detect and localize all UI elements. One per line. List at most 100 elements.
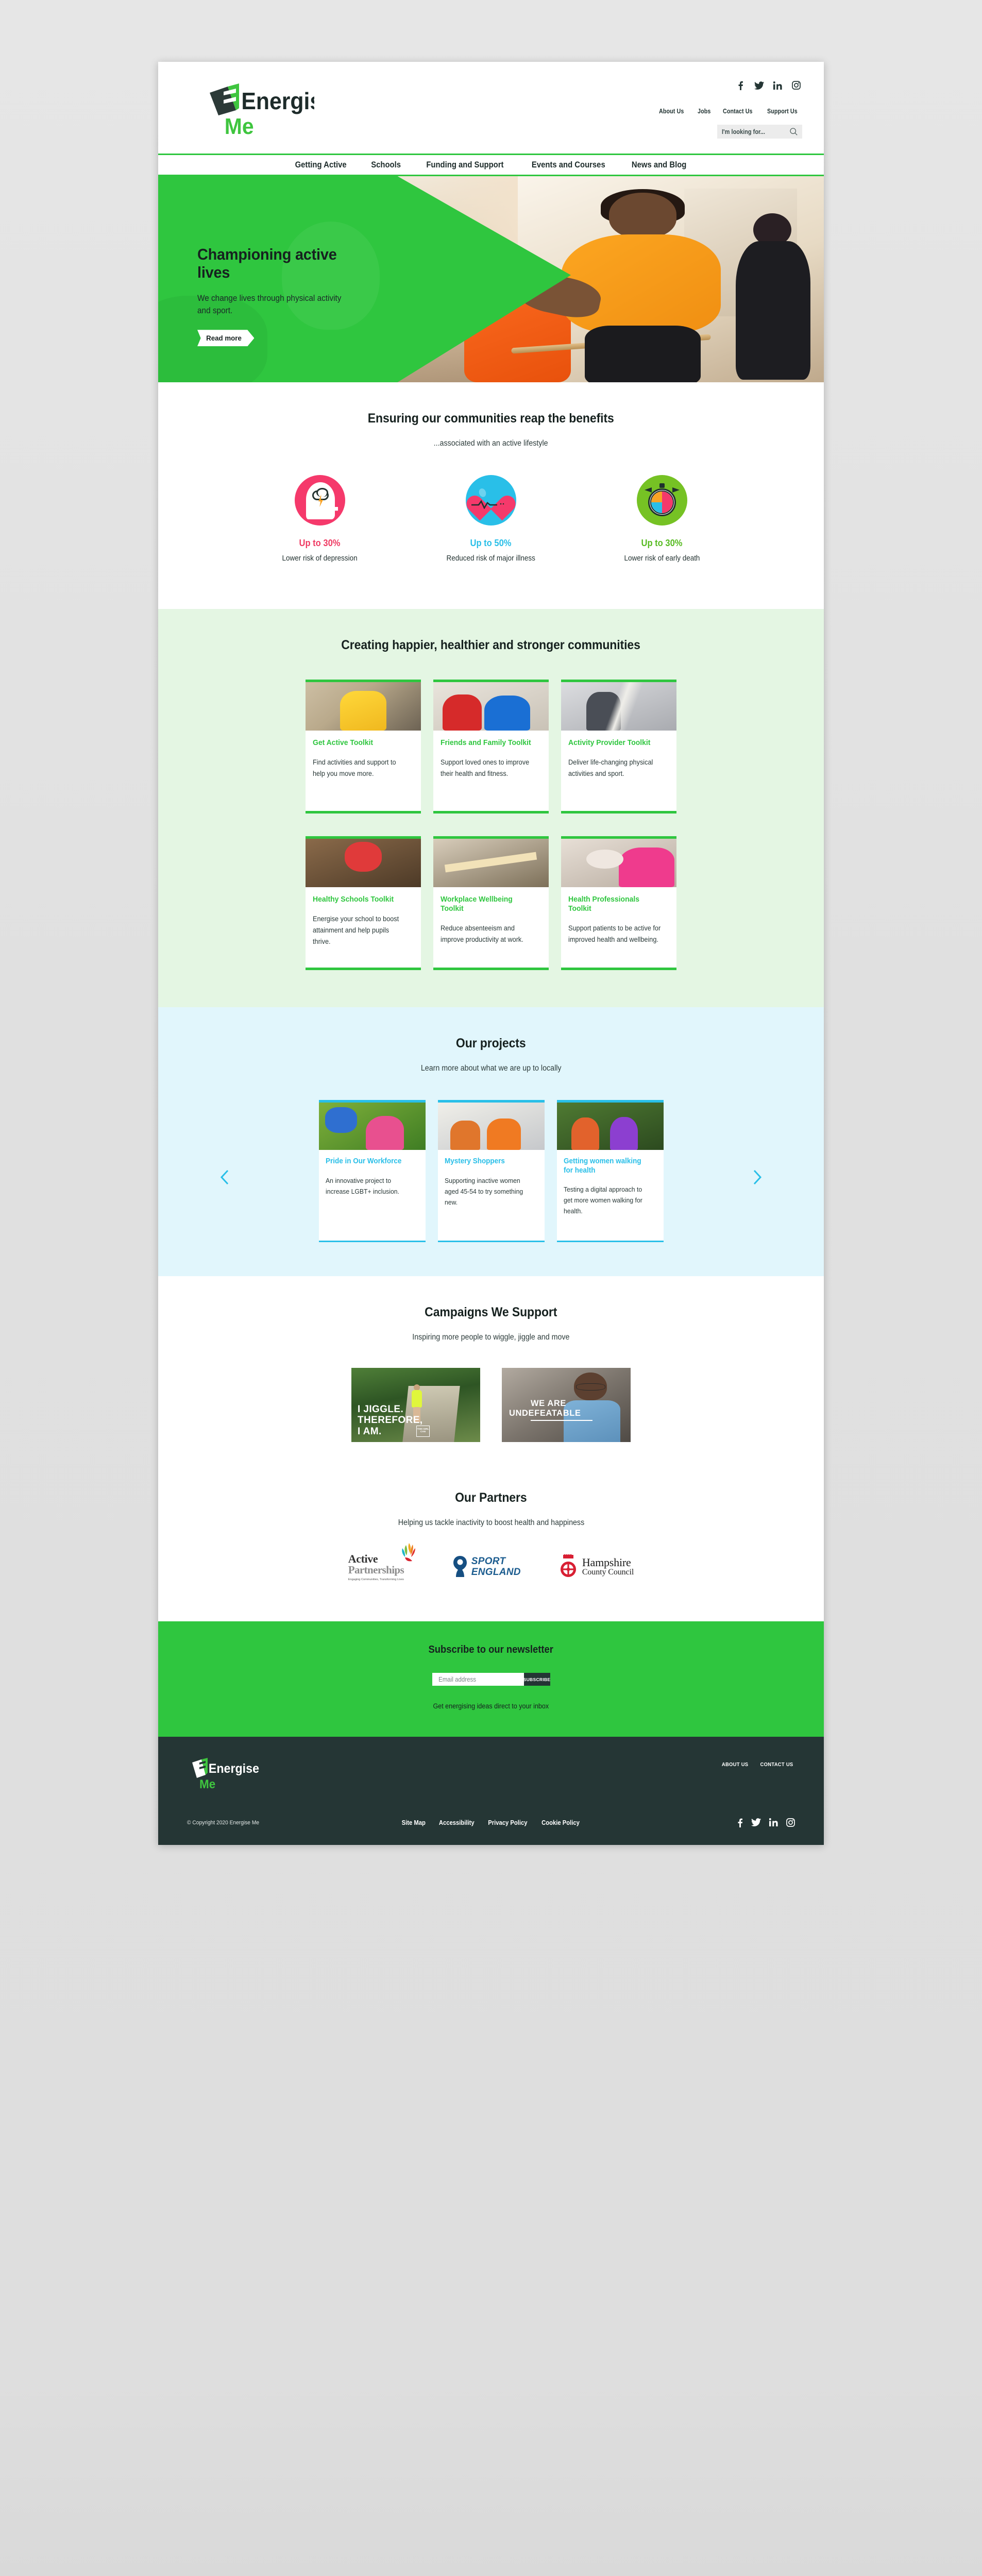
benefit-percent: Up to 30%	[641, 538, 683, 548]
hero-banner: Championing active lives We change lives…	[158, 176, 824, 382]
hero-read-more-button[interactable]: Read more	[197, 330, 255, 346]
climbing-wall-photo	[318, 1103, 426, 1150]
we-are-undefeatable-campaign[interactable]: WE ARE UNDEFEATABLE	[502, 1368, 631, 1442]
toolkit-card-text: Find activities and support to help you …	[313, 758, 396, 777]
benefit-caption: Lower risk of early death	[624, 554, 700, 563]
util-nav-contact-us[interactable]: Contact Us	[723, 108, 753, 115]
partner-logo-line2: County Council	[582, 1568, 634, 1577]
twitter-icon[interactable]	[754, 80, 764, 90]
woman-stretching-photo	[306, 682, 421, 731]
search-icon[interactable]	[790, 128, 798, 135]
nav-item-funding-and-support[interactable]: Funding and Support	[426, 160, 503, 170]
footer-link-cookie-policy[interactable]: Cookie Policy	[541, 1819, 580, 1826]
benefit-item-major-illness: Up to 50% Reduced risk of major illness	[439, 475, 543, 563]
instagram-icon[interactable]	[791, 80, 801, 90]
linkedin-icon[interactable]	[769, 1818, 778, 1827]
toolkit-card-healthy-schools[interactable]: Healthy Schools Toolkit Energise your sc…	[306, 836, 421, 970]
project-card-text: Supporting inactive women aged 45-54 to …	[444, 1176, 523, 1206]
toolkit-card-title: Activity Provider Toolkit	[568, 738, 651, 747]
nav-item-events-and-courses[interactable]: Events and Courses	[532, 160, 605, 170]
instagram-icon[interactable]	[786, 1818, 795, 1827]
partner-logo-line1: Hampshire	[582, 1556, 631, 1569]
main-navigation: Getting Active Schools Funding and Suppo…	[158, 154, 824, 176]
util-nav-support-us[interactable]: Support Us	[767, 108, 798, 115]
campaign-caption: I JIGGLE. THEREFORE, I AM.	[358, 1404, 423, 1437]
footer-primary-links: ABOUT US CONTACT US	[720, 1755, 795, 1768]
nav-item-news-and-blog[interactable]: News and Blog	[632, 160, 686, 170]
linkedin-icon[interactable]	[773, 80, 783, 90]
toolkit-card-title: Get Active Toolkit	[313, 738, 374, 747]
site-header: Energise Me About Us Jobs Contact Us Sup…	[158, 62, 824, 154]
energise-me-logo-mark: Energise Me	[210, 83, 314, 139]
partners-subtitle: Helping us tackle inactivity to boost he…	[398, 1518, 584, 1527]
toolkit-card-text: Reduce absenteeism and improve productiv…	[441, 924, 523, 943]
hampshire-county-council-logo[interactable]: Hampshire County Council	[559, 1554, 634, 1579]
carousel-prev-button[interactable]	[216, 1168, 233, 1186]
toolkit-card-get-active[interactable]: Get Active Toolkit Find activities and s…	[306, 680, 421, 814]
footer-link-about-us[interactable]: ABOUT US	[722, 1761, 749, 1768]
footer-copyright: © Copyright 2020 Energise Me	[187, 1820, 260, 1826]
toolkit-card-health-professionals[interactable]: Health Professionals Toolkit Support pat…	[561, 836, 676, 970]
newsletter-email-input[interactable]: Email address	[432, 1673, 524, 1686]
footer-link-accessibility[interactable]: Accessibility	[438, 1819, 474, 1826]
this-girl-can-campaign[interactable]: I JIGGLE. THEREFORE, I AM. THIS GIRL CAN	[351, 1368, 480, 1442]
project-card-title: Pride in Our Workforce	[325, 1157, 401, 1165]
campaigns-title: Campaigns We Support	[425, 1305, 557, 1319]
workplace-stretch-photo	[433, 839, 549, 887]
footer-link-site-map[interactable]: Site Map	[402, 1819, 426, 1826]
benefits-subtitle: ...associated with an active lifestyle	[434, 439, 548, 448]
toolkit-card-text: Deliver life-changing physical activitie…	[568, 758, 653, 777]
site-logo[interactable]: Energise Me	[196, 78, 314, 140]
sport-england-logo[interactable]: SPORT ENGLAND	[452, 1555, 521, 1578]
project-card-mystery-shoppers[interactable]: Mystery Shoppers Supporting inactive wom…	[437, 1100, 545, 1242]
toolkit-card-text: Support loved ones to improve their heal…	[441, 758, 530, 777]
project-card-pride-in-our-workforce[interactable]: Pride in Our Workforce An innovative pro…	[318, 1100, 426, 1242]
projects-subtitle: Learn more about what we are up to local…	[420, 1064, 562, 1073]
twitter-icon[interactable]	[751, 1818, 761, 1827]
project-card-text: Testing a digital approach to get more w…	[563, 1185, 642, 1215]
young-people-sport-photo	[433, 682, 549, 731]
nav-item-getting-active[interactable]: Getting Active	[295, 160, 347, 170]
benefit-caption: Lower risk of depression	[282, 554, 358, 563]
hero-title: Championing active lives	[197, 245, 337, 281]
toolkit-card-activity-provider[interactable]: Activity Provider Toolkit Deliver life-c…	[561, 680, 676, 814]
child-climbing-photo	[306, 839, 421, 887]
campaigns-subtitle: Inspiring more people to wiggle, jiggle …	[412, 1333, 570, 1342]
toolkit-card-text: Energise your school to boost attainment…	[313, 915, 399, 945]
project-card-title: Mystery Shoppers	[444, 1157, 505, 1165]
project-card-getting-women-walking[interactable]: Getting women walking for health Testing…	[556, 1100, 664, 1242]
toolkit-card-friends-and-family[interactable]: Friends and Family Toolkit Support loved…	[433, 680, 549, 814]
campaign-caption: WE ARE UNDEFEATABLE	[509, 1399, 592, 1421]
footer-link-contact-us[interactable]: CONTACT US	[760, 1761, 793, 1768]
toolkit-card-title: Workplace Wellbeing Toolkit	[441, 895, 513, 913]
nav-item-schools[interactable]: Schools	[371, 160, 401, 170]
toolkits-section: Creating happier, healthier and stronger…	[158, 609, 824, 1007]
chevron-left-icon	[220, 1170, 229, 1185]
facebook-icon[interactable]	[736, 80, 746, 90]
hero-subtitle: We change lives through physical activit…	[197, 294, 342, 316]
hampshire-crest-icon	[560, 1554, 576, 1577]
svg-text:Energise: Energise	[209, 1761, 259, 1776]
projects-title: Our projects	[456, 1036, 526, 1050]
facebook-icon[interactable]	[737, 1818, 743, 1827]
search-input[interactable]: I'm looking for...	[717, 125, 802, 139]
toolkit-card-workplace-wellbeing[interactable]: Workplace Wellbeing Toolkit Reduce absen…	[433, 836, 549, 970]
partners-title: Our Partners	[455, 1490, 527, 1505]
gym-women-photo	[437, 1103, 545, 1150]
footer-logo[interactable]: Energise Me	[187, 1755, 264, 1799]
active-partnerships-logo[interactable]: Active Partnerships Engaging Communities…	[348, 1543, 415, 1581]
newsletter-subscribe-button[interactable]: SUBSCRIBE	[523, 1673, 550, 1686]
benefit-item-early-death: Up to 30% Lower risk of early death	[611, 475, 714, 563]
carousel-next-button[interactable]	[749, 1168, 766, 1186]
toolkit-card-text: Support patients to be active for improv…	[568, 924, 661, 943]
footer-social-links	[640, 1818, 795, 1827]
util-nav-jobs[interactable]: Jobs	[698, 108, 710, 115]
util-nav-about-us[interactable]: About Us	[659, 108, 684, 115]
toolkit-card-title: Health Professionals Toolkit	[568, 895, 640, 913]
footer-link-privacy-policy[interactable]: Privacy Policy	[488, 1819, 527, 1826]
project-card-text: An innovative project to increase LGBT+ …	[325, 1176, 399, 1195]
site-footer: Energise Me ABOUT US CONTACT US © Copyri…	[158, 1737, 824, 1845]
utility-navigation: About Us Jobs Contact Us Support Us	[659, 108, 802, 115]
toolkit-card-row-2: Healthy Schools Toolkit Energise your sc…	[158, 836, 824, 970]
footer-legal-links: Site Map Accessibility Privacy Policy Co…	[342, 1819, 640, 1826]
